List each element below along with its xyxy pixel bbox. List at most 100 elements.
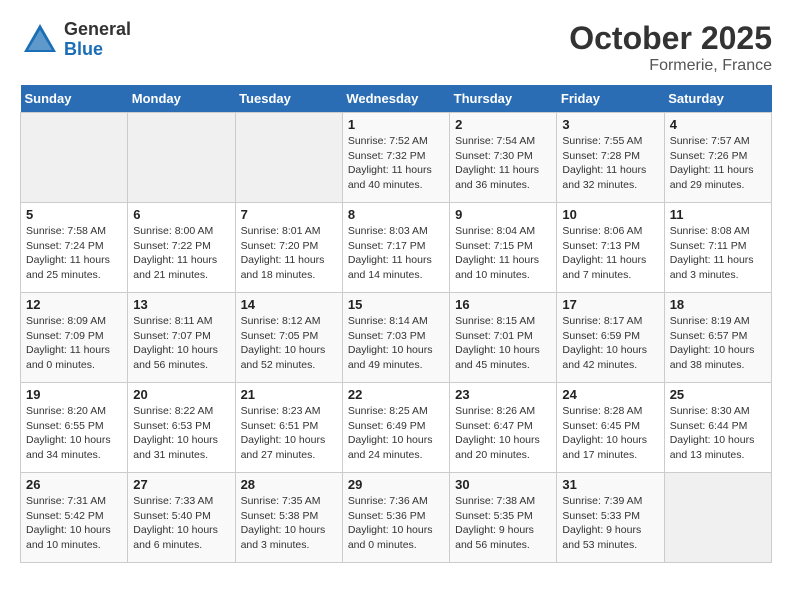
day-number: 11	[670, 207, 766, 222]
logo: General Blue	[20, 20, 131, 60]
calendar-cell: 17 Sunrise: 8:17 AMSunset: 6:59 PMDayligh…	[557, 293, 664, 383]
day-number: 16	[455, 297, 551, 312]
day-number: 22	[348, 387, 444, 402]
day-info: Sunrise: 8:30 AMSunset: 6:44 PMDaylight:…	[670, 404, 766, 463]
page-header: General Blue October 2025 Formerie, Fran…	[20, 20, 772, 75]
calendar-cell: 29 Sunrise: 7:36 AMSunset: 5:36 PMDayligh…	[342, 473, 449, 563]
day-number: 9	[455, 207, 551, 222]
day-number: 12	[26, 297, 122, 312]
calendar-cell	[21, 113, 128, 203]
day-info: Sunrise: 8:04 AMSunset: 7:15 PMDaylight:…	[455, 224, 551, 283]
calendar-cell	[235, 113, 342, 203]
calendar-cell: 30 Sunrise: 7:38 AMSunset: 5:35 PMDayligh…	[450, 473, 557, 563]
weekday-header-wednesday: Wednesday	[342, 85, 449, 113]
calendar-cell: 4 Sunrise: 7:57 AMSunset: 7:26 PMDaylight…	[664, 113, 771, 203]
day-info: Sunrise: 8:22 AMSunset: 6:53 PMDaylight:…	[133, 404, 229, 463]
day-info: Sunrise: 7:31 AMSunset: 5:42 PMDaylight:…	[26, 494, 122, 553]
day-info: Sunrise: 8:09 AMSunset: 7:09 PMDaylight:…	[26, 314, 122, 373]
day-number: 5	[26, 207, 122, 222]
day-number: 18	[670, 297, 766, 312]
calendar-cell: 6Sunrise: 8:00 AMSunset: 7:22 PMDaylight…	[128, 203, 235, 293]
location: Formerie, France	[569, 57, 772, 75]
day-info: Sunrise: 8:20 AMSunset: 6:55 PMDaylight:…	[26, 404, 122, 463]
calendar-week-4: 19 Sunrise: 8:20 AMSunset: 6:55 PMDayligh…	[21, 383, 772, 473]
day-info: Sunrise: 8:19 AMSunset: 6:57 PMDaylight:…	[670, 314, 766, 373]
calendar-week-2: 5Sunrise: 7:58 AMSunset: 7:24 PMDaylight…	[21, 203, 772, 293]
day-info: Sunrise: 7:36 AMSunset: 5:36 PMDaylight:…	[348, 494, 444, 553]
day-number: 23	[455, 387, 551, 402]
calendar-table: SundayMondayTuesdayWednesdayThursdayFrid…	[20, 85, 772, 563]
calendar-cell: 7 Sunrise: 8:01 AMSunset: 7:20 PMDaylight…	[235, 203, 342, 293]
calendar-cell	[664, 473, 771, 563]
calendar-cell: 12 Sunrise: 8:09 AMSunset: 7:09 PMDayligh…	[21, 293, 128, 383]
day-info: Sunrise: 8:15 AMSunset: 7:01 PMDaylight:…	[455, 314, 551, 373]
calendar-cell: 2Sunrise: 7:54 AMSunset: 7:30 PMDaylight…	[450, 113, 557, 203]
calendar-cell: 14Sunrise: 8:12 AMSunset: 7:05 PMDayligh…	[235, 293, 342, 383]
calendar-cell: 21 Sunrise: 8:23 AMSunset: 6:51 PMDayligh…	[235, 383, 342, 473]
day-number: 3	[562, 117, 658, 132]
calendar-cell	[128, 113, 235, 203]
day-info: Sunrise: 7:38 AMSunset: 5:35 PMDaylight:…	[455, 494, 551, 553]
calendar-cell: 1 Sunrise: 7:52 AMSunset: 7:32 PMDaylight…	[342, 113, 449, 203]
calendar-week-3: 12 Sunrise: 8:09 AMSunset: 7:09 PMDayligh…	[21, 293, 772, 383]
day-number: 8	[348, 207, 444, 222]
day-info: Sunrise: 8:17 AMSunset: 6:59 PMDaylight:…	[562, 314, 658, 373]
calendar-cell: 9 Sunrise: 8:04 AMSunset: 7:15 PMDaylight…	[450, 203, 557, 293]
calendar-cell: 24 Sunrise: 8:28 AMSunset: 6:45 PMDayligh…	[557, 383, 664, 473]
day-number: 2	[455, 117, 551, 132]
day-info: Sunrise: 8:28 AMSunset: 6:45 PMDaylight:…	[562, 404, 658, 463]
calendar-cell: 20 Sunrise: 8:22 AMSunset: 6:53 PMDayligh…	[128, 383, 235, 473]
day-info: Sunrise: 7:55 AMSunset: 7:28 PMDaylight:…	[562, 134, 658, 193]
day-info: Sunrise: 8:00 AMSunset: 7:22 PMDaylight:…	[133, 224, 229, 283]
day-number: 20	[133, 387, 229, 402]
calendar-cell: 23 Sunrise: 8:26 AMSunset: 6:47 PMDayligh…	[450, 383, 557, 473]
day-number: 19	[26, 387, 122, 402]
calendar-cell: 18 Sunrise: 8:19 AMSunset: 6:57 PMDayligh…	[664, 293, 771, 383]
day-number: 14	[241, 297, 337, 312]
calendar-cell: 15Sunrise: 8:14 AMSunset: 7:03 PMDayligh…	[342, 293, 449, 383]
month-title: October 2025	[569, 20, 772, 57]
calendar-week-5: 26Sunrise: 7:31 AMSunset: 5:42 PMDayligh…	[21, 473, 772, 563]
day-info: Sunrise: 8:06 AMSunset: 7:13 PMDaylight:…	[562, 224, 658, 283]
day-info: Sunrise: 8:11 AMSunset: 7:07 PMDaylight:…	[133, 314, 229, 373]
day-number: 25	[670, 387, 766, 402]
day-number: 4	[670, 117, 766, 132]
day-info: Sunrise: 8:26 AMSunset: 6:47 PMDaylight:…	[455, 404, 551, 463]
day-info: Sunrise: 8:08 AMSunset: 7:11 PMDaylight:…	[670, 224, 766, 283]
calendar-cell: 27Sunrise: 7:33 AMSunset: 5:40 PMDayligh…	[128, 473, 235, 563]
day-number: 28	[241, 477, 337, 492]
day-number: 10	[562, 207, 658, 222]
day-info: Sunrise: 7:52 AMSunset: 7:32 PMDaylight:…	[348, 134, 444, 193]
day-info: Sunrise: 7:57 AMSunset: 7:26 PMDaylight:…	[670, 134, 766, 193]
day-number: 30	[455, 477, 551, 492]
day-number: 15	[348, 297, 444, 312]
calendar-cell: 31 Sunrise: 7:39 AMSunset: 5:33 PMDayligh…	[557, 473, 664, 563]
weekday-header-friday: Friday	[557, 85, 664, 113]
calendar-cell: 19 Sunrise: 8:20 AMSunset: 6:55 PMDayligh…	[21, 383, 128, 473]
day-number: 13	[133, 297, 229, 312]
day-number: 29	[348, 477, 444, 492]
calendar-cell: 28Sunrise: 7:35 AMSunset: 5:38 PMDayligh…	[235, 473, 342, 563]
weekday-header-thursday: Thursday	[450, 85, 557, 113]
day-number: 24	[562, 387, 658, 402]
day-info: Sunrise: 8:25 AMSunset: 6:49 PMDaylight:…	[348, 404, 444, 463]
day-number: 7	[241, 207, 337, 222]
calendar-cell: 26Sunrise: 7:31 AMSunset: 5:42 PMDayligh…	[21, 473, 128, 563]
day-number: 1	[348, 117, 444, 132]
day-info: Sunrise: 7:39 AMSunset: 5:33 PMDaylight:…	[562, 494, 658, 553]
day-number: 27	[133, 477, 229, 492]
day-number: 31	[562, 477, 658, 492]
weekday-header-tuesday: Tuesday	[235, 85, 342, 113]
calendar-cell: 10 Sunrise: 8:06 AMSunset: 7:13 PMDayligh…	[557, 203, 664, 293]
calendar-week-1: 1 Sunrise: 7:52 AMSunset: 7:32 PMDaylight…	[21, 113, 772, 203]
day-info: Sunrise: 8:23 AMSunset: 6:51 PMDaylight:…	[241, 404, 337, 463]
weekday-header-monday: Monday	[128, 85, 235, 113]
day-number: 17	[562, 297, 658, 312]
logo-text-blue: Blue	[64, 40, 131, 60]
calendar-cell: 25 Sunrise: 8:30 AMSunset: 6:44 PMDayligh…	[664, 383, 771, 473]
day-number: 21	[241, 387, 337, 402]
day-info: Sunrise: 8:03 AMSunset: 7:17 PMDaylight:…	[348, 224, 444, 283]
weekday-header-saturday: Saturday	[664, 85, 771, 113]
calendar-cell: 8 Sunrise: 8:03 AMSunset: 7:17 PMDaylight…	[342, 203, 449, 293]
day-info: Sunrise: 8:01 AMSunset: 7:20 PMDaylight:…	[241, 224, 337, 283]
